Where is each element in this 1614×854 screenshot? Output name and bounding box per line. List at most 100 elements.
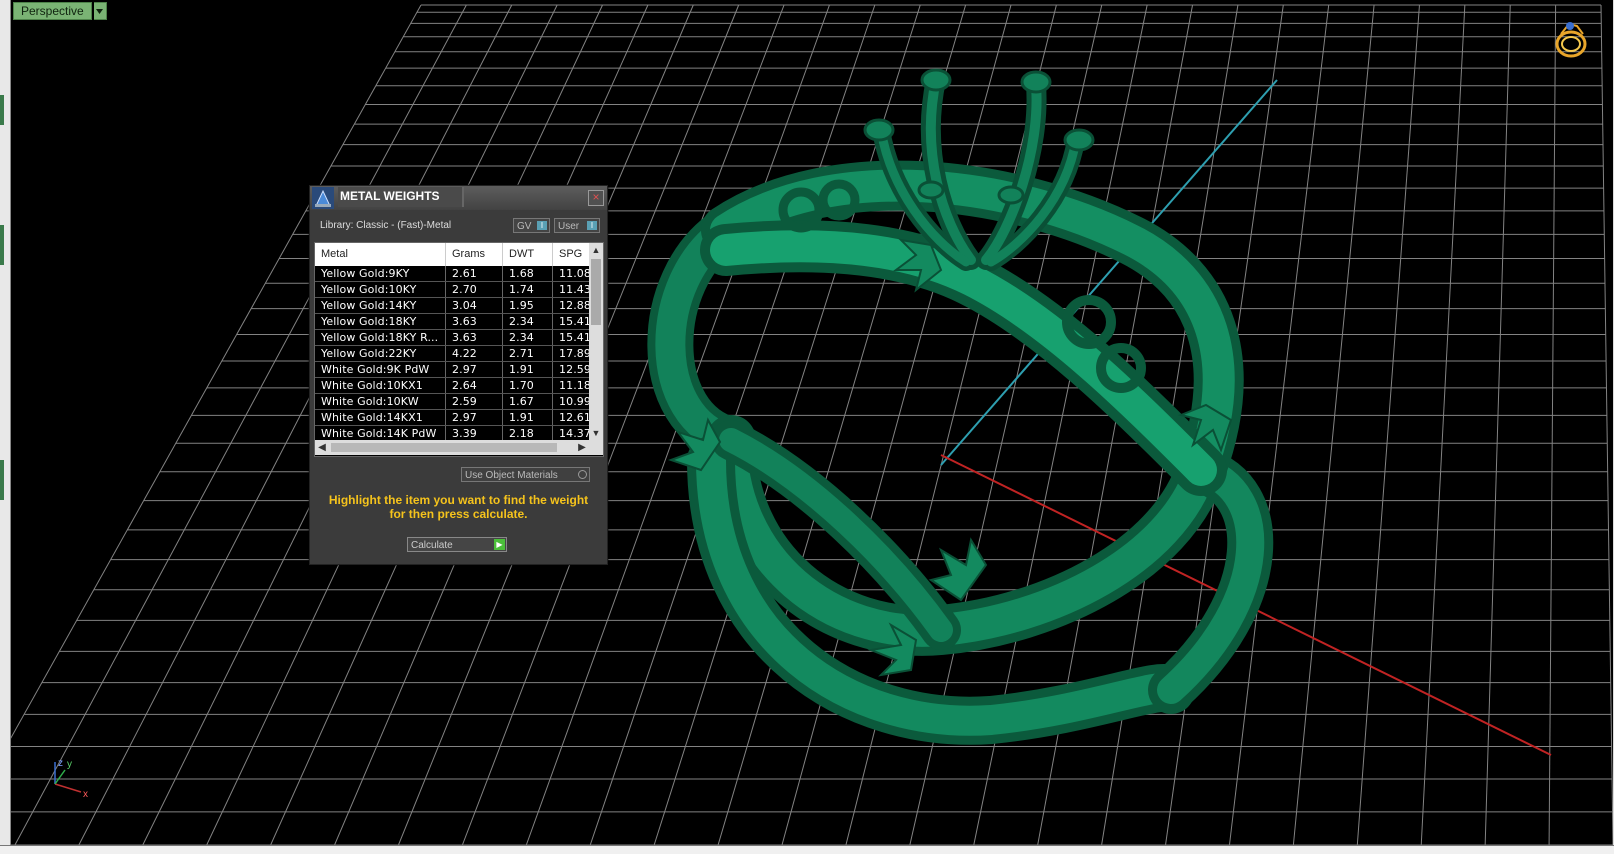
column-header-metal[interactable]: Metal xyxy=(315,243,446,266)
column-header-grams[interactable]: Grams xyxy=(446,243,503,266)
scrollbar-thumb[interactable] xyxy=(591,259,601,325)
play-icon: ▶ xyxy=(494,539,505,550)
cell-metal: White Gold:14K PdW xyxy=(315,426,446,440)
column-header-spg[interactable]: SPG xyxy=(553,243,589,266)
cell-dwt: 2.18 xyxy=(503,426,553,440)
viewport-label[interactable]: Perspective xyxy=(13,2,107,20)
table-row[interactable]: Yellow Gold:18KY 3.63 2.34 15.41 xyxy=(315,314,589,330)
cell-dwt: 1.91 xyxy=(503,362,553,377)
view-name[interactable]: Perspective xyxy=(13,2,92,20)
cell-metal: Yellow Gold:14KY xyxy=(315,298,446,313)
cell-spg: 10.99 xyxy=(559,395,589,408)
chevron-down-icon[interactable] xyxy=(93,2,107,20)
table-row[interactable]: Yellow Gold:9KY 2.61 1.68 11.08 xyxy=(315,266,589,282)
cell-spg: 12.61 xyxy=(559,411,589,424)
cell-grams: 4.22 xyxy=(446,346,503,361)
user-toggle-label: User xyxy=(558,221,580,232)
instruction-text: Highlight the item you want to find the … xyxy=(320,493,597,521)
radio-icon xyxy=(578,470,587,479)
axis-z-label: z xyxy=(58,758,63,769)
cell-metal: Yellow Gold:18KY xyxy=(315,314,446,329)
cell-spg: 12.88 xyxy=(559,299,589,312)
toggle-indicator-icon: I xyxy=(537,221,547,230)
cell-grams: 2.59 xyxy=(446,394,503,409)
cell-spg: 12.59 xyxy=(559,363,589,376)
axis-gizmo: z y x xyxy=(54,758,88,800)
perspective-viewport[interactable]: Perspective z y x xyxy=(10,0,1613,845)
ring-model xyxy=(647,68,1274,745)
cell-metal: Yellow Gold:22KY xyxy=(315,346,446,361)
cell-dwt: 2.71 xyxy=(503,346,553,361)
cell-metal: White Gold:10KW xyxy=(315,394,446,409)
cell-grams: 2.70 xyxy=(446,282,503,297)
cell-grams: 3.63 xyxy=(446,314,503,329)
scrollbar-corner xyxy=(589,440,603,455)
scrollbar-thumb[interactable] xyxy=(331,443,557,452)
scroll-up-icon[interactable]: ▲ xyxy=(589,243,603,257)
cell-dwt: 1.91 xyxy=(503,410,553,425)
instruction-line-1: Highlight the item you want to find the … xyxy=(328,493,589,507)
cell-grams: 2.61 xyxy=(446,266,503,281)
cell-spg: 15.41 xyxy=(559,315,589,328)
cell-dwt: 1.67 xyxy=(503,394,553,409)
cell-dwt: 2.34 xyxy=(503,314,553,329)
dialog-title-bar[interactable]: METAL WEIGHTS × xyxy=(310,186,607,210)
cell-grams: 3.39 xyxy=(446,426,503,440)
use-object-materials-label: Use Object Materials xyxy=(465,470,558,481)
cell-dwt: 1.70 xyxy=(503,378,553,393)
scroll-left-icon[interactable]: ◀ xyxy=(315,440,329,455)
metal-weights-dialog[interactable]: METAL WEIGHTS × Library: Classic - (Fast… xyxy=(309,185,608,565)
cell-spg: 11.43 xyxy=(559,283,589,296)
table-row[interactable]: Yellow Gold:10KY 2.70 1.74 11.43 xyxy=(315,282,589,298)
cell-metal: White Gold:10KX1 xyxy=(315,378,446,393)
cell-metal: Yellow Gold:10KY xyxy=(315,282,446,297)
toggle-indicator-icon: I xyxy=(587,221,597,230)
ground-grid xyxy=(11,4,1613,845)
table-body: Yellow Gold:9KY 2.61 1.68 11.08 Yellow G… xyxy=(315,266,589,440)
table-row[interactable]: White Gold:10KW 2.59 1.67 10.99 xyxy=(315,394,589,410)
vertical-scrollbar[interactable]: ▲ ▼ xyxy=(589,243,603,440)
table-header: Metal Grams DWT SPG xyxy=(315,243,589,266)
table-row[interactable]: Yellow Gold:18KY R... 3.63 2.34 15.41 xyxy=(315,330,589,346)
cell-grams: 2.97 xyxy=(446,362,503,377)
table-row[interactable]: White Gold:9K PdW 2.97 1.91 12.59 xyxy=(315,362,589,378)
cell-metal: White Gold:9K PdW xyxy=(315,362,446,377)
cell-metal: Yellow Gold:18KY R... xyxy=(315,330,446,345)
table-row[interactable]: White Gold:14K PdW 3.39 2.18 14.37 xyxy=(315,426,589,440)
cell-spg: 11.08 xyxy=(559,267,589,280)
gv-toggle-label: GV xyxy=(517,221,532,232)
left-window-edge xyxy=(0,0,10,853)
ring-navigation-icon[interactable] xyxy=(1553,18,1593,62)
gv-toggle[interactable]: GV I xyxy=(513,218,550,233)
cell-dwt: 2.34 xyxy=(503,330,553,345)
column-header-dwt[interactable]: DWT xyxy=(503,243,553,266)
table-row[interactable]: White Gold:14KX1 2.97 1.91 12.61 xyxy=(315,410,589,426)
close-icon[interactable]: × xyxy=(588,190,604,206)
table-row[interactable]: White Gold:10KX1 2.64 1.70 11.18 xyxy=(315,378,589,394)
cell-spg: 15.41 xyxy=(559,331,589,344)
use-object-materials-toggle[interactable]: Use Object Materials xyxy=(461,467,590,482)
cell-dwt: 1.68 xyxy=(503,266,553,281)
user-toggle[interactable]: User I xyxy=(554,218,600,233)
horizontal-scrollbar[interactable]: ◀ ▶ xyxy=(315,440,589,455)
cell-dwt: 1.95 xyxy=(503,298,553,313)
scroll-down-icon[interactable]: ▼ xyxy=(589,426,603,440)
axis-y-label: y xyxy=(67,759,72,770)
cell-grams: 3.63 xyxy=(446,330,503,345)
viewport-scene xyxy=(11,4,1613,845)
cell-spg: 14.37 xyxy=(559,427,589,440)
calculate-label: Calculate xyxy=(411,540,453,551)
metal-weights-icon xyxy=(312,187,334,209)
metal-weights-table[interactable]: Metal Grams DWT SPG Yellow Gold:9KY 2.61… xyxy=(314,242,604,457)
cell-spg: 11.18 xyxy=(559,379,589,392)
cell-metal: White Gold:14KX1 xyxy=(315,410,446,425)
axis-x-label: x xyxy=(83,789,88,800)
cell-spg: 17.89 xyxy=(559,347,589,360)
table-row[interactable]: Yellow Gold:22KY 4.22 2.71 17.89 xyxy=(315,346,589,362)
table-row[interactable]: Yellow Gold:14KY 3.04 1.95 12.88 xyxy=(315,298,589,314)
library-label: Library: Classic - (Fast)-Metal xyxy=(320,220,452,231)
scroll-right-icon[interactable]: ▶ xyxy=(575,440,589,455)
cell-grams: 2.64 xyxy=(446,378,503,393)
cell-metal: Yellow Gold:9KY xyxy=(315,266,446,281)
calculate-button[interactable]: Calculate ▶ xyxy=(407,537,507,552)
